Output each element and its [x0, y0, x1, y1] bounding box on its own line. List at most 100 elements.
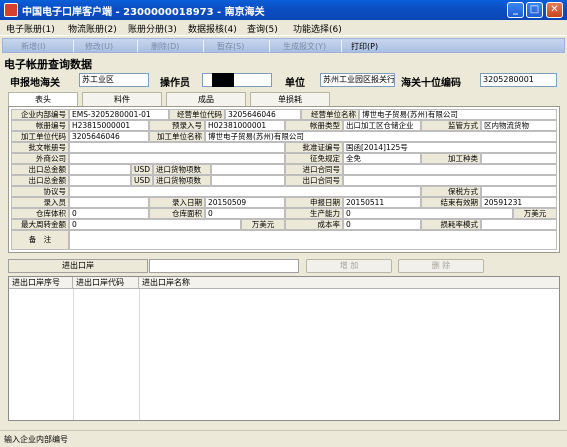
capacity-field[interactable]: 0 [343, 208, 513, 219]
processing-unit-name-field[interactable]: 博世电子贸易(苏州)有限公司 [205, 131, 557, 142]
entry-person-field[interactable] [69, 197, 149, 208]
edit-button[interactable]: 修改(U) [85, 41, 113, 52]
supervision-field[interactable]: 区内物流货物 [481, 120, 557, 131]
tax-rule-field[interactable]: 全免 [343, 153, 421, 164]
book-type-label: 帐册类型 [285, 120, 343, 131]
agreement-no-field[interactable] [69, 186, 421, 197]
finished-rate-label: 成本率 [285, 219, 343, 230]
export-contract-field[interactable] [343, 175, 557, 186]
delete-port-button[interactable]: 删 除 [398, 259, 484, 273]
loss-mode-label: 损耗率模式 [421, 219, 481, 230]
unit-field[interactable]: 苏州工业园区报关行 [320, 73, 395, 87]
finished-rate-field[interactable]: 0 [343, 219, 421, 230]
processing-unit-code-label: 加工单位代码 [11, 131, 69, 142]
add-port-button[interactable]: 增 加 [306, 259, 392, 273]
declare-place-field[interactable]: 苏工业区 [79, 73, 149, 87]
ports-label: 进出口岸 [8, 259, 148, 273]
export-total-label-1: 出口总金额 [11, 164, 69, 175]
business-unit-name-label: 经营单位名称 [301, 109, 359, 120]
import-contract-field[interactable] [343, 164, 557, 175]
customs-code-field[interactable]: 3205280001 [480, 73, 557, 87]
tab-materials[interactable]: 料件 [82, 92, 162, 106]
book-no-label: 帐册编号 [11, 120, 69, 131]
pre-entry-no-field[interactable]: H02381000001 [205, 120, 285, 131]
processing-type-field[interactable] [481, 153, 557, 164]
toolbar-separator [203, 40, 204, 52]
tab-unit-loss[interactable]: 单损耗 [250, 92, 330, 106]
export-total-field-2[interactable] [69, 175, 131, 186]
ports-bar: 进出口岸 增 加 删 除 [8, 259, 560, 273]
toolbar-separator [137, 40, 138, 52]
max-turnover-unit: 万美元 [241, 219, 285, 230]
menu-query[interactable]: 查询(5) [247, 22, 278, 35]
export-total-field-1[interactable] [69, 164, 131, 175]
column-header-port-code[interactable]: 进出口岸代码 [73, 277, 139, 289]
processing-type-label: 加工种类 [421, 153, 481, 164]
toolbar-separator [269, 40, 270, 52]
header-form: 企业内部编号 EMS-3205280001-01 经营单位代码 32056460… [8, 106, 560, 253]
menu-book-split[interactable]: 账册分册(3) [128, 22, 177, 35]
column-header-port-seq[interactable]: 进出口岸序号 [9, 277, 73, 289]
minimize-button[interactable]: _ [507, 2, 524, 18]
ports-table-header: 进出口岸序号 进出口岸代码 进出口岸名称 [9, 277, 559, 289]
currency-2: USD [131, 175, 153, 186]
declare-date-field[interactable]: 20150511 [343, 197, 421, 208]
menu-function-select[interactable]: 功能选择(6) [293, 22, 342, 35]
enterprise-internal-no-field[interactable]: EMS-3205280001-01 [69, 109, 169, 120]
print-button[interactable]: 打印(P) [351, 41, 378, 52]
menu-logistics-book[interactable]: 物流账册(2) [68, 22, 117, 35]
save-draft-button[interactable]: 暂存(S) [217, 41, 244, 52]
guarantee-field[interactable] [481, 186, 557, 197]
entry-date-field[interactable]: 20150509 [205, 197, 285, 208]
close-button[interactable]: ✕ [546, 2, 563, 18]
menu-data-report[interactable]: 数据报核(4) [188, 22, 237, 35]
toolbar: 新增(I) 修改(U) 删除(D) 暂存(S) 生成报文(Y) 打印(P) [2, 38, 565, 53]
end-date-label: 结束有效期 [421, 197, 481, 208]
loss-mode-field[interactable] [481, 219, 557, 230]
import-items-field-1[interactable] [211, 164, 285, 175]
business-unit-name-field[interactable]: 博世电子贸易(苏州)有限公司 [359, 109, 557, 120]
business-unit-code-label: 经营单位代码 [169, 109, 225, 120]
agreement-no-label: 协议号 [11, 186, 69, 197]
entry-person-label: 录入员 [11, 197, 69, 208]
book-no-field[interactable]: H23815000001 [69, 120, 149, 131]
business-unit-code-field[interactable]: 3205646046 [225, 109, 301, 120]
toolbar-separator [73, 40, 74, 52]
approval-book-no-field[interactable] [69, 142, 285, 153]
import-items-field-2[interactable] [211, 175, 285, 186]
ports-input[interactable] [149, 259, 299, 273]
generate-message-button[interactable]: 生成报文(Y) [283, 41, 326, 52]
maximize-button[interactable]: □ [526, 2, 543, 18]
import-items-label-1: 进口货物项数 [153, 164, 211, 175]
warehouse-area-field[interactable]: 0 [205, 208, 285, 219]
book-type-field[interactable]: 出口加工区仓储企业 [343, 120, 421, 131]
warehouse-volume-label: 仓库体积 [11, 208, 69, 219]
processing-unit-code-field[interactable]: 3205646046 [69, 131, 149, 142]
column-divider [139, 289, 140, 420]
approval-book-no-label: 批文帐册号 [11, 142, 69, 153]
new-button[interactable]: 新增(I) [21, 41, 46, 52]
menu-electronic-book[interactable]: 电子账册(1) [6, 22, 55, 35]
tab-header[interactable]: 表头 [8, 92, 78, 107]
tab-strip: 表头 料件 成品 单损耗 [8, 92, 560, 107]
column-header-port-name[interactable]: 进出口岸名称 [139, 277, 559, 289]
tab-products[interactable]: 成品 [166, 92, 246, 106]
warehouse-area-label: 仓库面积 [149, 208, 205, 219]
approval-cert-no-label: 批准证编号 [285, 142, 343, 153]
entry-date-label: 录入日期 [149, 197, 205, 208]
foreign-company-field[interactable] [69, 153, 285, 164]
declare-date-label: 申报日期 [285, 197, 343, 208]
export-contract-label: 出口合同号 [285, 175, 343, 186]
redacted-operator [212, 73, 234, 87]
max-turnover-label: 最大周转金额 [11, 219, 69, 230]
status-text: 输入企业内部编号 [4, 435, 68, 444]
remarks-label: 备 注 [11, 230, 69, 250]
export-total-label-2: 出口总金额 [11, 175, 69, 186]
warehouse-volume-field[interactable]: 0 [69, 208, 149, 219]
max-turnover-field[interactable]: 0 [69, 219, 241, 230]
end-date-field[interactable]: 20591231 [481, 197, 557, 208]
remarks-field[interactable] [69, 230, 557, 250]
pre-entry-no-label: 预录入号 [149, 120, 205, 131]
approval-cert-no-field[interactable]: 国函[2014]125号 [343, 142, 557, 153]
delete-button[interactable]: 删除(D) [151, 41, 179, 52]
